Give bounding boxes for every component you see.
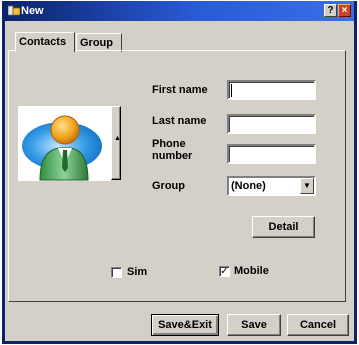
save-exit-button[interactable]: Save&Exit (151, 314, 219, 336)
title-bar[interactable]: New ? × (5, 1, 354, 21)
help-button[interactable]: ? (324, 4, 337, 17)
contacts-panel (8, 50, 346, 302)
close-button[interactable]: × (338, 4, 351, 17)
cancel-button[interactable]: Cancel (287, 314, 349, 336)
window-title: New (21, 5, 44, 17)
tab-contacts[interactable]: Contacts (15, 32, 75, 52)
save-button[interactable]: Save (227, 314, 281, 336)
app-icon (8, 5, 20, 16)
